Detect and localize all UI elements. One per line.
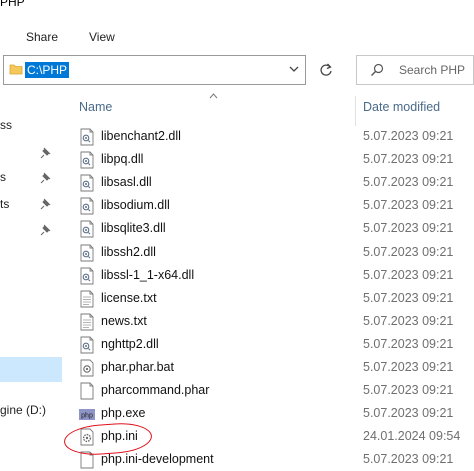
- file-name[interactable]: libsodium.dll: [101, 198, 170, 212]
- text-file-icon: [80, 290, 94, 308]
- dll-file-icon: [80, 151, 94, 169]
- file-name[interactable]: libssh2.dll: [101, 245, 156, 259]
- tab-view[interactable]: View: [89, 30, 115, 44]
- file-date-modified: 24.01.2024 09:54: [363, 429, 461, 444]
- file-row[interactable]: phar.phar.bat 5.07.2023 09:21: [70, 356, 474, 379]
- file-date-modified: 5.07.2023 09:21: [363, 336, 454, 351]
- file-row[interactable]: pharcommand.phar 5.07.2023 09:21: [70, 379, 474, 402]
- file-row[interactable]: libsasl.dll 5.07.2023 09:21: [70, 171, 474, 194]
- dll-file-icon: [80, 174, 94, 192]
- address-path[interactable]: C:\PHP: [25, 62, 70, 78]
- tab-share[interactable]: Share: [26, 30, 58, 44]
- file-name[interactable]: pharcommand.phar: [101, 383, 209, 397]
- file-date-modified: 5.07.2023 09:21: [363, 313, 454, 328]
- dll-file-icon: [80, 128, 94, 146]
- file-date-modified: 5.07.2023 09:21: [363, 267, 454, 282]
- nav-selected-highlight: [0, 357, 62, 382]
- file-date-modified: 5.07.2023 09:21: [363, 175, 454, 190]
- search-icon: [371, 63, 384, 76]
- file-row[interactable]: libenchant2.dll 5.07.2023 09:21: [70, 125, 474, 148]
- pin-icon[interactable]: [40, 172, 52, 184]
- window-title: PHP: [0, 0, 25, 9]
- chevron-down-icon[interactable]: [287, 62, 301, 76]
- svg-text:php: php: [81, 413, 93, 420]
- nav-item-4[interactable]: ts: [0, 197, 9, 211]
- file-name[interactable]: news.txt: [101, 314, 147, 328]
- file-row[interactable]: libsqlite3.dll 5.07.2023 09:21: [70, 217, 474, 240]
- file-name[interactable]: libsasl.dll: [101, 175, 152, 189]
- dll-file-icon: [80, 197, 94, 215]
- column-header-name[interactable]: Name: [79, 100, 112, 114]
- file-row[interactable]: php php.exe 5.07.2023 09:21: [70, 402, 474, 425]
- file-name[interactable]: php.ini-development: [101, 452, 214, 466]
- file-date-modified: 5.07.2023 09:21: [363, 129, 454, 143]
- text-file-icon: [80, 313, 94, 331]
- file-name[interactable]: php.exe: [101, 406, 145, 420]
- dll-file-icon: [80, 220, 94, 238]
- nav-item-1[interactable]: ss: [0, 118, 12, 132]
- nav-item-drive-d[interactable]: gine (D:): [0, 403, 46, 417]
- file-date-modified: 5.07.2023 09:21: [363, 221, 454, 236]
- file-name[interactable]: nghttp2.dll: [101, 337, 159, 351]
- file-date-modified: 5.07.2023 09:21: [363, 360, 454, 374]
- file-row[interactable]: news.txt 5.07.2023 09:21: [70, 310, 474, 333]
- file-row[interactable]: license.txt 5.07.2023 09:21: [70, 287, 474, 310]
- dll-file-icon: [80, 336, 94, 354]
- sort-ascending-icon: [209, 93, 218, 99]
- nav-item-3[interactable]: s: [0, 170, 6, 184]
- column-divider[interactable]: [355, 96, 356, 126]
- file-name[interactable]: license.txt: [101, 291, 157, 305]
- file-date-modified: 5.07.2023 09:21: [363, 452, 454, 467]
- file-row[interactable]: libpq.dll 5.07.2023 09:21: [70, 148, 474, 171]
- file-name[interactable]: libpq.dll: [101, 152, 143, 166]
- file-row[interactable]: libssl-1_1-x64.dll 5.07.2023 09:21: [70, 264, 474, 287]
- file-row[interactable]: libsodium.dll 5.07.2023 09:21: [70, 194, 474, 217]
- folder-icon: [9, 64, 23, 75]
- file-row[interactable]: libssh2.dll 5.07.2023 09:21: [70, 241, 474, 264]
- dll-file-icon: [80, 267, 94, 285]
- pin-icon[interactable]: [40, 147, 52, 159]
- file-date-modified: 5.07.2023 09:21: [363, 290, 454, 305]
- pin-icon[interactable]: [40, 198, 52, 210]
- file-row[interactable]: php.ini-development 5.07.2023 09:21: [70, 448, 474, 471]
- file-name[interactable]: libsqlite3.dll: [101, 221, 166, 235]
- pin-icon[interactable]: [40, 224, 52, 236]
- blank-file-icon: [80, 382, 94, 400]
- file-name[interactable]: libssl-1_1-x64.dll: [101, 268, 194, 282]
- file-date-modified: 5.07.2023 09:21: [363, 383, 454, 398]
- batch-file-icon: [80, 359, 94, 377]
- refresh-icon[interactable]: [313, 55, 339, 85]
- address-bar[interactable]: C:\PHP: [3, 55, 306, 85]
- dll-file-icon: [80, 244, 94, 261]
- file-date-modified: 5.07.2023 09:21: [363, 244, 454, 259]
- search-box[interactable]: Search PHP: [356, 55, 474, 85]
- php-exe-icon: php: [79, 409, 95, 421]
- column-header-date-modified[interactable]: Date modified: [363, 100, 440, 114]
- file-name[interactable]: libenchant2.dll: [101, 129, 181, 143]
- file-row[interactable]: nghttp2.dll 5.07.2023 09:21: [70, 333, 474, 356]
- file-date-modified: 5.07.2023 09:21: [363, 406, 454, 421]
- file-name[interactable]: phar.phar.bat: [101, 360, 174, 374]
- search-input[interactable]: Search PHP: [399, 63, 465, 77]
- file-date-modified: 5.07.2023 09:21: [363, 198, 454, 213]
- file-date-modified: 5.07.2023 09:21: [363, 152, 454, 167]
